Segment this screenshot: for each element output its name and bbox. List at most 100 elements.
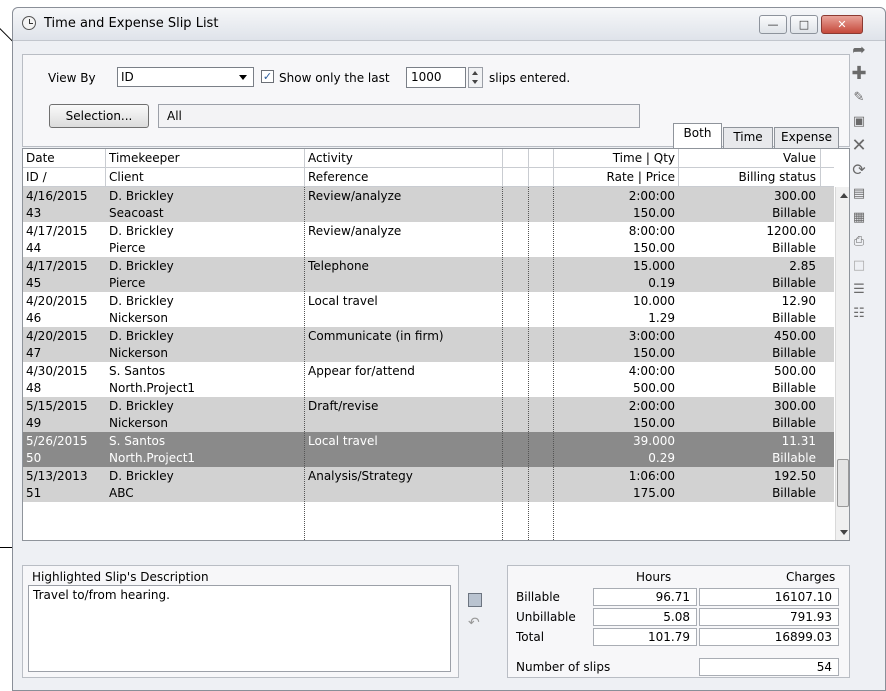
col-divider-dotted: [553, 187, 554, 540]
slip-count-input[interactable]: 1000: [406, 67, 466, 88]
status-cell: Billable: [772, 451, 816, 465]
close-button[interactable]: ✕: [821, 15, 863, 34]
client-cell: Nickerson: [109, 346, 168, 360]
date-cell: 4/17/2015: [26, 224, 88, 238]
status-cell: Billable: [772, 346, 816, 360]
show-only-label: Show only the last: [279, 71, 390, 85]
total-hours: 101.79: [593, 628, 697, 646]
col-client[interactable]: Client: [109, 168, 144, 186]
maximize-button[interactable]: □: [790, 15, 818, 34]
timekeeper-cell: D. Brickley: [109, 294, 174, 308]
col-divider: [553, 149, 554, 187]
selection-button[interactable]: Selection...: [49, 104, 149, 128]
table-row[interactable]: 5/15/2015 49 D. Brickley Nickerson Draft/rev…: [23, 397, 834, 432]
slip-count-spinner[interactable]: [468, 67, 483, 88]
layout-icon[interactable]: ☷: [848, 304, 870, 324]
qty-cell: 1:06:00: [628, 469, 675, 483]
col-divider: [678, 149, 679, 187]
tab-expense[interactable]: Expense: [774, 127, 839, 148]
col-time-qty[interactable]: Time | Qty: [563, 149, 675, 167]
view-by-select[interactable]: ID: [117, 67, 254, 87]
col-timekeeper[interactable]: Timekeeper: [109, 149, 180, 167]
billable-label: Billable: [516, 590, 560, 604]
col-divider: [820, 149, 821, 187]
activity-cell: Local travel: [308, 434, 378, 448]
title-bar: Time and Expense Slip List — □ ✕: [13, 8, 885, 41]
id-cell: 51: [26, 486, 42, 500]
save-description-icon[interactable]: [468, 593, 482, 607]
value-cell: 11.31: [781, 434, 816, 448]
status-cell: Billable: [772, 311, 816, 325]
table-row[interactable]: 4/17/2015 44 D. Brickley Pierce Review/analy…: [23, 222, 834, 257]
col-divider: [502, 149, 503, 187]
open-icon[interactable]: ▣: [848, 112, 870, 132]
col-divider-dotted: [304, 187, 305, 540]
tab-both[interactable]: Both: [673, 123, 722, 149]
table-row[interactable]: 4/20/2015 46 D. Brickley Nickerson Local tra…: [23, 292, 834, 327]
timekeeper-cell: D. Brickley: [109, 224, 174, 238]
minimize-button[interactable]: —: [759, 15, 787, 34]
report-icon[interactable]: ▦: [848, 208, 870, 228]
col-date[interactable]: Date: [26, 149, 55, 167]
client-cell: Pierce: [109, 276, 146, 290]
scroll-up-icon[interactable]: [840, 193, 848, 198]
book-icon[interactable]: ▤: [848, 184, 870, 204]
col-activity[interactable]: Activity: [308, 149, 353, 167]
rate-cell: 150.00: [633, 206, 675, 220]
status-cell: Billable: [772, 276, 816, 290]
blank-icon[interactable]: □: [848, 256, 870, 276]
client-cell: Nickerson: [109, 416, 168, 430]
table-row[interactable]: 4/17/2015 45 D. Brickley Pierce Telephone 15.…: [23, 257, 834, 292]
activity-cell: Local travel: [308, 294, 378, 308]
value-cell: 500.00: [774, 364, 816, 378]
col-divider: [304, 149, 305, 187]
scroll-down-icon[interactable]: [840, 530, 848, 535]
table-row[interactable]: 5/26/2015 50 S. Santos North.Project1 Local …: [23, 432, 834, 467]
id-cell: 45: [26, 276, 42, 290]
chevron-down-icon: [239, 75, 247, 80]
client-cell: ABC: [109, 486, 134, 500]
view-by-value: ID: [121, 70, 134, 84]
slip-grid: Date Timekeeper Activity Time | Qty Valu…: [22, 148, 850, 541]
col-rate-price[interactable]: Rate | Price: [563, 168, 675, 186]
col-reference[interactable]: Reference: [308, 168, 368, 186]
selection-value: All: [158, 104, 640, 128]
table-row[interactable]: 4/30/2015 48 S. Santos North.Project1 Appear…: [23, 362, 834, 397]
value-cell: 300.00: [774, 189, 816, 203]
activity-cell: Review/analyze: [308, 189, 402, 203]
unbillable-label: Unbillable: [516, 610, 576, 624]
spin-down-icon: [472, 80, 478, 84]
col-id[interactable]: ID /: [26, 168, 47, 186]
id-cell: 50: [26, 451, 42, 465]
list-icon[interactable]: ☰: [848, 280, 870, 300]
col-divider-dotted: [528, 187, 529, 540]
col-value[interactable]: Value: [688, 149, 816, 167]
print-icon[interactable]: ⎙: [848, 232, 870, 252]
table-row[interactable]: 4/16/2015 43 D. Brickley Seacoast Review/ana…: [23, 187, 834, 222]
total-label: Total: [516, 630, 545, 644]
col-divider: [528, 149, 529, 187]
billable-charges: 16107.10: [699, 588, 839, 606]
show-only-checkbox[interactable]: ✓: [261, 70, 274, 83]
undo-icon[interactable]: ↶: [468, 615, 480, 631]
slips-entered-label: slips entered.: [489, 71, 571, 85]
table-row[interactable]: 4/20/2015 47 D. Brickley Nickerson Communica…: [23, 327, 834, 362]
rate-cell: 0.29: [648, 451, 675, 465]
col-billing-status[interactable]: Billing status: [688, 168, 816, 186]
value-cell: 1200.00: [766, 224, 816, 238]
add-icon[interactable]: ✚: [848, 64, 870, 84]
client-cell: Nickerson: [109, 311, 168, 325]
goto-icon[interactable]: ➦: [848, 40, 870, 60]
timekeeper-cell: D. Brickley: [109, 399, 174, 413]
refresh-icon[interactable]: ⟳: [848, 160, 870, 180]
tab-time[interactable]: Time: [723, 127, 773, 148]
date-cell: 5/26/2015: [26, 434, 88, 448]
table-row[interactable]: 5/13/2013 51 D. Brickley ABC Analysis/Strate…: [23, 467, 834, 502]
spin-up-icon: [472, 71, 478, 75]
edit-icon[interactable]: ✎: [848, 88, 870, 108]
description-text[interactable]: Travel to/from hearing.: [28, 585, 451, 672]
activity-cell: Communicate (in firm): [308, 329, 444, 343]
delete-icon[interactable]: ✕: [848, 136, 870, 156]
total-charges: 16899.03: [699, 628, 839, 646]
scroll-thumb[interactable]: [837, 459, 849, 507]
